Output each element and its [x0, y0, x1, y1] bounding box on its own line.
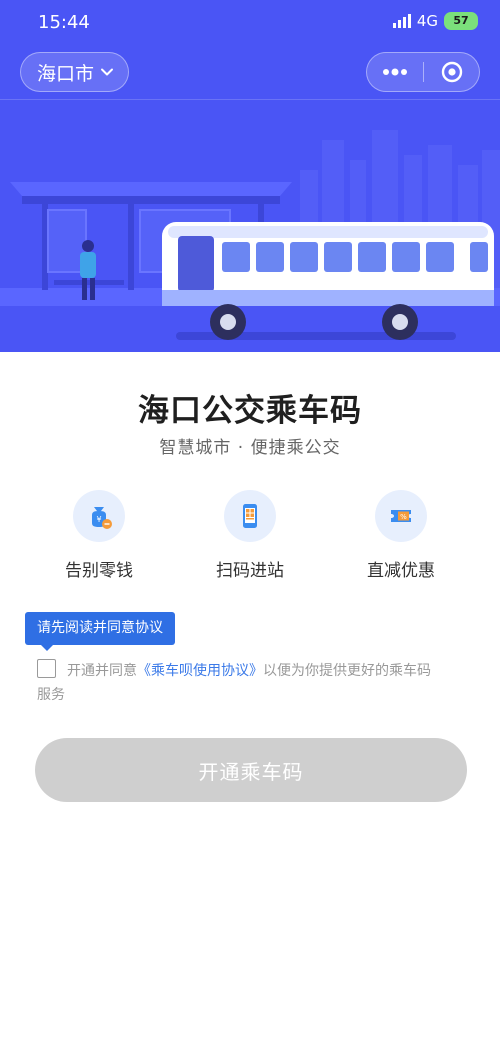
money-bag-icon: ¥ — [92, 507, 112, 529]
open-ride-code-button[interactable]: 开通乘车码 — [35, 738, 467, 802]
signal-icon — [392, 14, 411, 28]
agreement-text: 开通并同意《乘车呗使用协议》以便为你提供更好的乘车码 — [67, 659, 467, 683]
coupon-icon: % — [391, 510, 411, 522]
agreement-checkbox[interactable] — [37, 659, 56, 678]
agreement-suffix: 以便为你提供更好的乘车码 — [263, 663, 431, 679]
battery-icon: 57 — [444, 12, 478, 30]
agreement-prefix: 开通并同意 — [67, 663, 137, 679]
agreement-tooltip: 请先阅读并同意协议 — [25, 612, 175, 651]
agreement-link[interactable]: 《乘车呗使用协议》 — [137, 663, 263, 679]
network-label: 4G — [416, 12, 438, 30]
feature-no-change: ¥ 告别零钱 — [34, 490, 164, 581]
chevron-down-icon — [101, 68, 114, 76]
page-subtitle: 智慧城市 · 便捷乘公交 — [159, 438, 341, 458]
svg-text:%: % — [400, 513, 407, 521]
svg-text:¥: ¥ — [96, 515, 101, 524]
more-dots-icon — [383, 68, 407, 76]
status-indicators: 4G 57 — [392, 12, 478, 30]
feature-discount: % 直减优惠 — [336, 490, 466, 581]
city-label: 海口市 — [37, 62, 95, 85]
phone-qr-icon — [243, 504, 257, 528]
page-title: 海口公交乘车码 — [138, 393, 362, 429]
city-selector[interactable]: 海口市 — [20, 52, 130, 92]
bus-stop-illustration — [0, 130, 500, 352]
agreement-suffix-2: 服务 — [37, 687, 65, 703]
more-button[interactable] — [367, 53, 423, 91]
status-bar: 15:44 4G 57 — [0, 0, 500, 46]
battery-level: 57 — [453, 14, 469, 27]
close-miniprogram-button[interactable] — [424, 53, 479, 91]
feature-icon-wrap — [224, 490, 276, 542]
status-time: 15:44 — [38, 12, 90, 33]
feature-label: 告别零钱 — [65, 561, 133, 581]
target-icon — [441, 61, 462, 83]
hero-banner: 15:44 4G 57 海口市 — [0, 0, 500, 352]
feature-scan-entry: 扫码进站 — [185, 490, 315, 581]
feature-label: 扫码进站 — [216, 561, 284, 581]
feature-icon-wrap: ¥ — [73, 490, 125, 542]
feature-label: 直减优惠 — [367, 561, 435, 581]
miniprogram-capsule — [366, 52, 480, 92]
feature-icon-wrap: % — [375, 490, 427, 542]
